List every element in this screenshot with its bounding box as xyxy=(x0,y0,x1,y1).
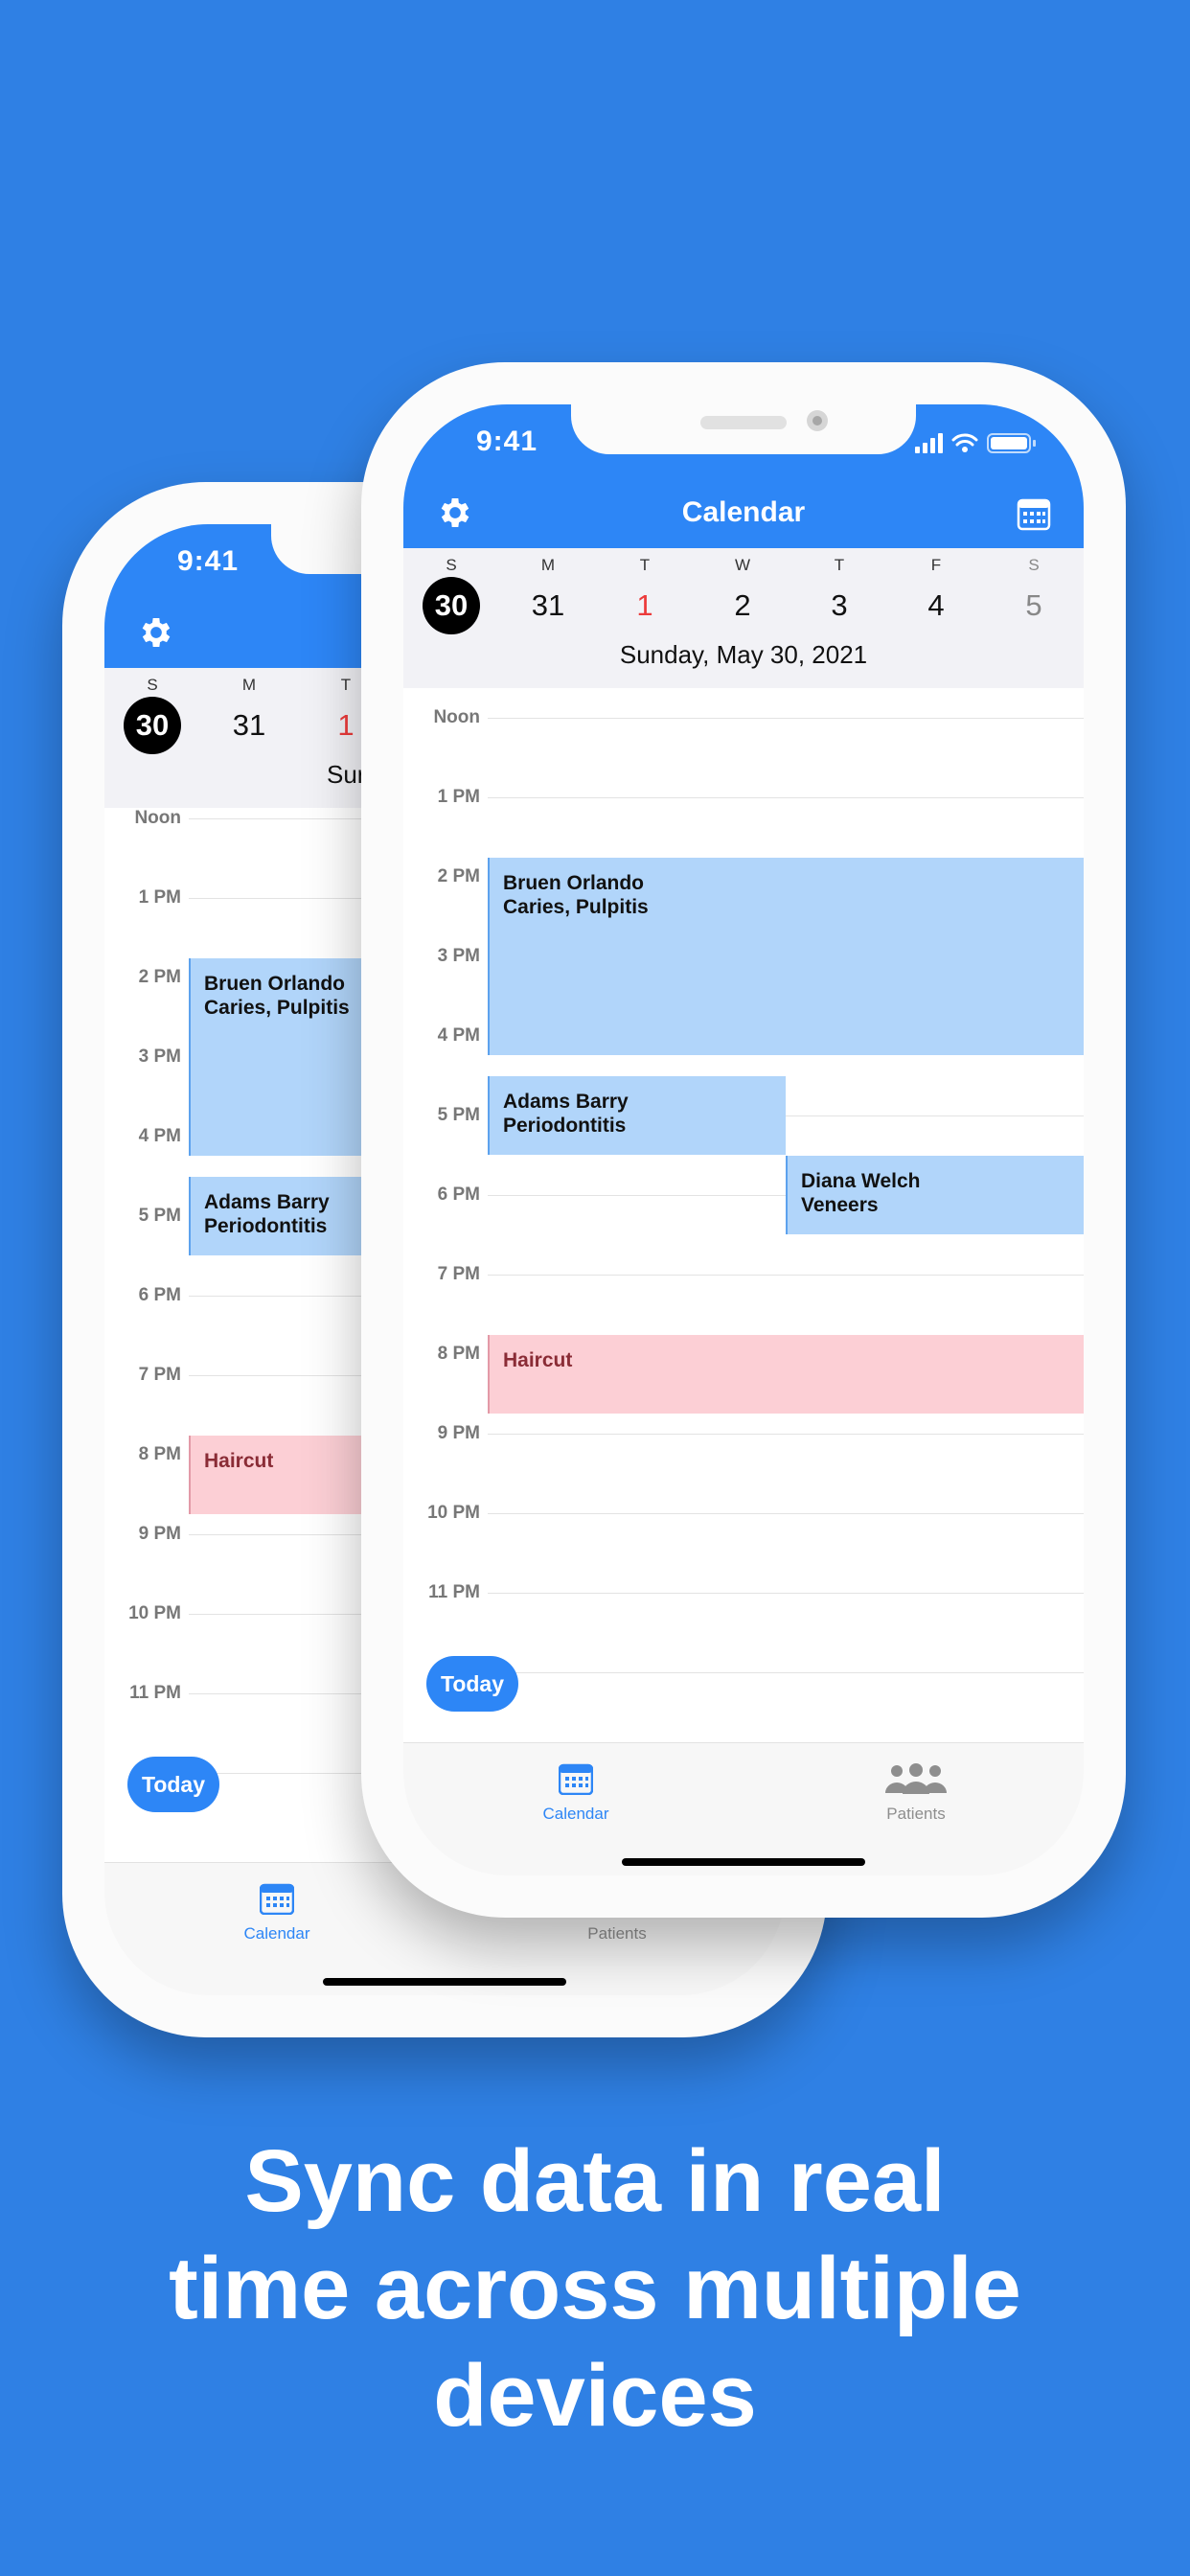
tab-patients[interactable]: Patients xyxy=(820,1759,1012,1824)
hour-label: 5 PM xyxy=(437,1105,480,1125)
hour-label: 9 PM xyxy=(437,1423,480,1443)
event-detail: Periodontitis xyxy=(503,1115,627,1137)
hour-label: 6 PM xyxy=(437,1184,480,1205)
tab-label: Calendar xyxy=(243,1924,310,1943)
caption-line: time across multiple xyxy=(169,2240,1021,2337)
event-bruen-orlando[interactable]: Bruen Orlando Caries, Pulpitis xyxy=(488,858,1084,1055)
hour-label: 2 PM xyxy=(138,967,181,987)
hour-label: 8 PM xyxy=(437,1344,480,1364)
page-title: Calendar xyxy=(681,496,806,528)
event-title: Diana Welch xyxy=(801,1170,921,1192)
day-letter: M xyxy=(241,676,257,694)
day-number: 30 xyxy=(124,697,181,754)
battery-icon xyxy=(987,433,1036,453)
day-letter: F xyxy=(930,556,942,574)
signal-icon xyxy=(915,433,943,453)
event-detail: Veneers xyxy=(801,1194,879,1216)
home-indicator xyxy=(622,1858,865,1866)
hour-label: 7 PM xyxy=(138,1365,181,1385)
today-button[interactable]: Today xyxy=(127,1757,219,1812)
event-haircut[interactable]: Haircut xyxy=(488,1335,1084,1414)
day-number: 2 xyxy=(734,588,751,622)
day-number: 3 xyxy=(831,588,848,622)
status-time: 9:41 xyxy=(177,545,240,577)
hour-line xyxy=(488,1672,1084,1673)
patients-icon xyxy=(885,1763,947,1794)
day-letter: T xyxy=(834,556,845,574)
hour-label: Noon xyxy=(134,808,181,828)
hour-label: 5 PM xyxy=(138,1206,181,1226)
day-number: 30 xyxy=(423,577,480,634)
hour-label: 3 PM xyxy=(138,1046,181,1067)
event-detail: Caries, Pulpitis xyxy=(503,896,649,918)
hour-label: 10 PM xyxy=(128,1603,181,1623)
event-title: Bruen Orlando xyxy=(503,872,645,894)
front-phone: 9:41 Calendar S 30 M 31 T 1 W 2 T 3 F 4 … xyxy=(361,362,1126,1918)
day-letter: T xyxy=(639,556,651,574)
hour-line xyxy=(488,1513,1084,1514)
selected-date: Sunday, May 30, 2021 xyxy=(619,640,868,669)
day-number: 31 xyxy=(531,588,565,622)
calendar-icon xyxy=(559,1763,593,1795)
wifi-icon xyxy=(951,433,978,447)
hour-line xyxy=(488,797,1084,798)
home-indicator xyxy=(323,1978,566,1986)
hour-label: 1 PM xyxy=(437,787,480,807)
tab-label: Patients xyxy=(886,1805,946,1823)
notch xyxy=(571,404,916,454)
marketing-caption: Sync data in real time across multiple d… xyxy=(0,2128,1190,2450)
hour-label: Noon xyxy=(433,707,480,727)
day-timeline: Noon 1 PM 2 PM 3 PM 4 PM 5 PM 6 PM 7 PM … xyxy=(403,688,1084,1875)
status-icons xyxy=(915,433,1036,453)
hour-label: 4 PM xyxy=(138,1126,181,1146)
caption-line: Sync data in real xyxy=(244,2132,946,2230)
today-button[interactable]: Today xyxy=(426,1656,518,1712)
day-letter: S xyxy=(147,676,158,694)
front-camera xyxy=(807,410,828,431)
caption-line: devices xyxy=(433,2347,757,2445)
event-diana-welch[interactable]: Diana Welch Veneers xyxy=(786,1156,1084,1234)
hour-label: 10 PM xyxy=(427,1503,480,1523)
day-number: 5 xyxy=(1025,588,1042,622)
day-number: 1 xyxy=(636,588,653,622)
tab-calendar[interactable]: Calendar xyxy=(181,1878,373,1944)
hour-label: 11 PM xyxy=(129,1683,181,1703)
app-header: 9:41 Calendar xyxy=(403,404,1084,548)
tab-label: Calendar xyxy=(542,1805,609,1823)
day-number: 31 xyxy=(232,708,266,742)
day-letter: S xyxy=(446,556,457,574)
hour-label: 3 PM xyxy=(437,946,480,966)
calendar-picker-icon[interactable] xyxy=(1017,496,1051,531)
selected-date-partial: Sur xyxy=(327,760,366,789)
calendar-icon xyxy=(260,1883,294,1915)
hour-label: 8 PM xyxy=(138,1444,181,1464)
hour-label: 11 PM xyxy=(428,1582,480,1602)
event-title: Adams Barry xyxy=(503,1091,629,1113)
hour-line xyxy=(488,1434,1084,1435)
selected-date: Sur xyxy=(327,760,365,790)
tab-calendar[interactable]: Calendar xyxy=(480,1759,672,1824)
tab-label: Patients xyxy=(587,1924,647,1943)
day-number: 4 xyxy=(927,588,945,622)
day-letter: S xyxy=(1028,556,1040,574)
week-strip: S 30 M 31 T 1 W 2 T 3 F 4 S 5 Sunday, Ma… xyxy=(403,548,1084,688)
hour-line xyxy=(488,1275,1084,1276)
hour-line xyxy=(488,718,1084,719)
event-title: Haircut xyxy=(503,1349,573,1371)
hour-label: 4 PM xyxy=(437,1025,480,1046)
hour-label: 6 PM xyxy=(138,1285,181,1305)
gear-icon[interactable] xyxy=(137,613,175,652)
hour-line xyxy=(488,1593,1084,1594)
hour-label: 2 PM xyxy=(437,866,480,886)
speaker xyxy=(700,416,787,429)
hour-label: 7 PM xyxy=(437,1264,480,1284)
hour-label: 9 PM xyxy=(138,1524,181,1544)
tab-bar: Calendar Patients xyxy=(403,1742,1084,1875)
event-adams-barry[interactable]: Adams Barry Periodontitis xyxy=(488,1076,786,1155)
hour-label: 1 PM xyxy=(138,887,181,908)
day-letter: M xyxy=(540,556,556,574)
front-phone-screen: 9:41 Calendar S 30 M 31 T 1 W 2 T 3 F 4 … xyxy=(403,404,1084,1875)
day-letter: W xyxy=(734,556,751,574)
status-time: 9:41 xyxy=(476,426,538,457)
